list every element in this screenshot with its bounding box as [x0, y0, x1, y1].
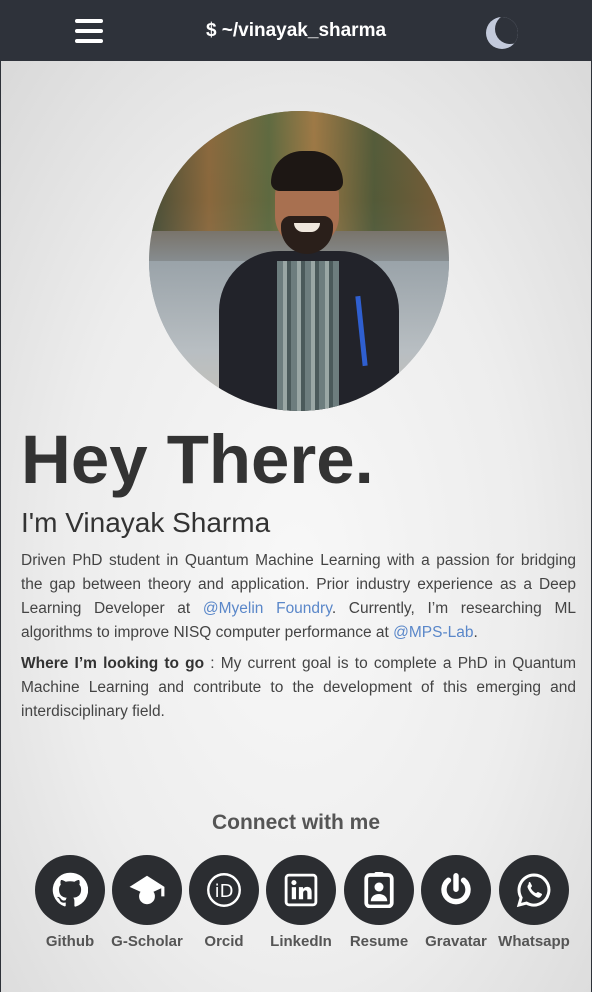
graduation-cap-icon — [129, 875, 165, 905]
navbar: $ ~/vinayak_sharma — [0, 0, 592, 61]
linkedin-link[interactable]: LinkedIn — [261, 855, 341, 950]
gravatar-label: Gravatar — [425, 933, 487, 950]
linkedin-label: LinkedIn — [270, 933, 332, 950]
connect-heading: Connect with me — [211, 811, 380, 834]
orcid-icon: iD — [207, 873, 241, 907]
main-content: Hey There. I'm Vinayak Sharma Driven PhD… — [1, 61, 591, 992]
orcid-label: Orcid — [204, 933, 244, 950]
moon-icon[interactable] — [486, 17, 518, 49]
resume-link[interactable]: Resume — [339, 855, 419, 950]
github-link[interactable]: Github — [30, 855, 110, 950]
gravatar-link[interactable]: Gravatar — [416, 855, 496, 950]
profile-photo — [149, 111, 449, 411]
gravatar-icon — [441, 873, 471, 905]
bio-paragraph: Driven PhD student in Quantum Machine Le… — [21, 552, 576, 641]
orcid-link[interactable]: iD Orcid — [184, 855, 264, 950]
svg-text:iD: iD — [215, 881, 234, 902]
id-badge-icon — [364, 872, 394, 908]
github-label: Github — [45, 933, 95, 950]
whatsapp-link[interactable]: Whatsapp — [494, 855, 574, 950]
google-scholar-link[interactable]: G-Scholar — [107, 855, 187, 950]
github-icon — [52, 872, 88, 907]
google-scholar-label: G-Scholar — [111, 933, 183, 950]
goal-paragraph: Where I’m looking to go : My current goa… — [21, 655, 576, 720]
company-link[interactable]: @Myelin Foundry — [203, 600, 332, 617]
linkedin-icon — [284, 873, 318, 907]
whatsapp-label: Whatsapp — [498, 933, 570, 950]
whatsapp-icon — [516, 873, 551, 908]
name-subtitle: I'm Vinayak Sharma — [21, 507, 271, 538]
lab-link[interactable]: @MPS-Lab — [393, 624, 473, 641]
resume-label: Resume — [349, 933, 409, 950]
goal-label: Where I’m looking to go — [21, 655, 205, 672]
greeting-heading: Hey There. — [21, 421, 374, 498]
